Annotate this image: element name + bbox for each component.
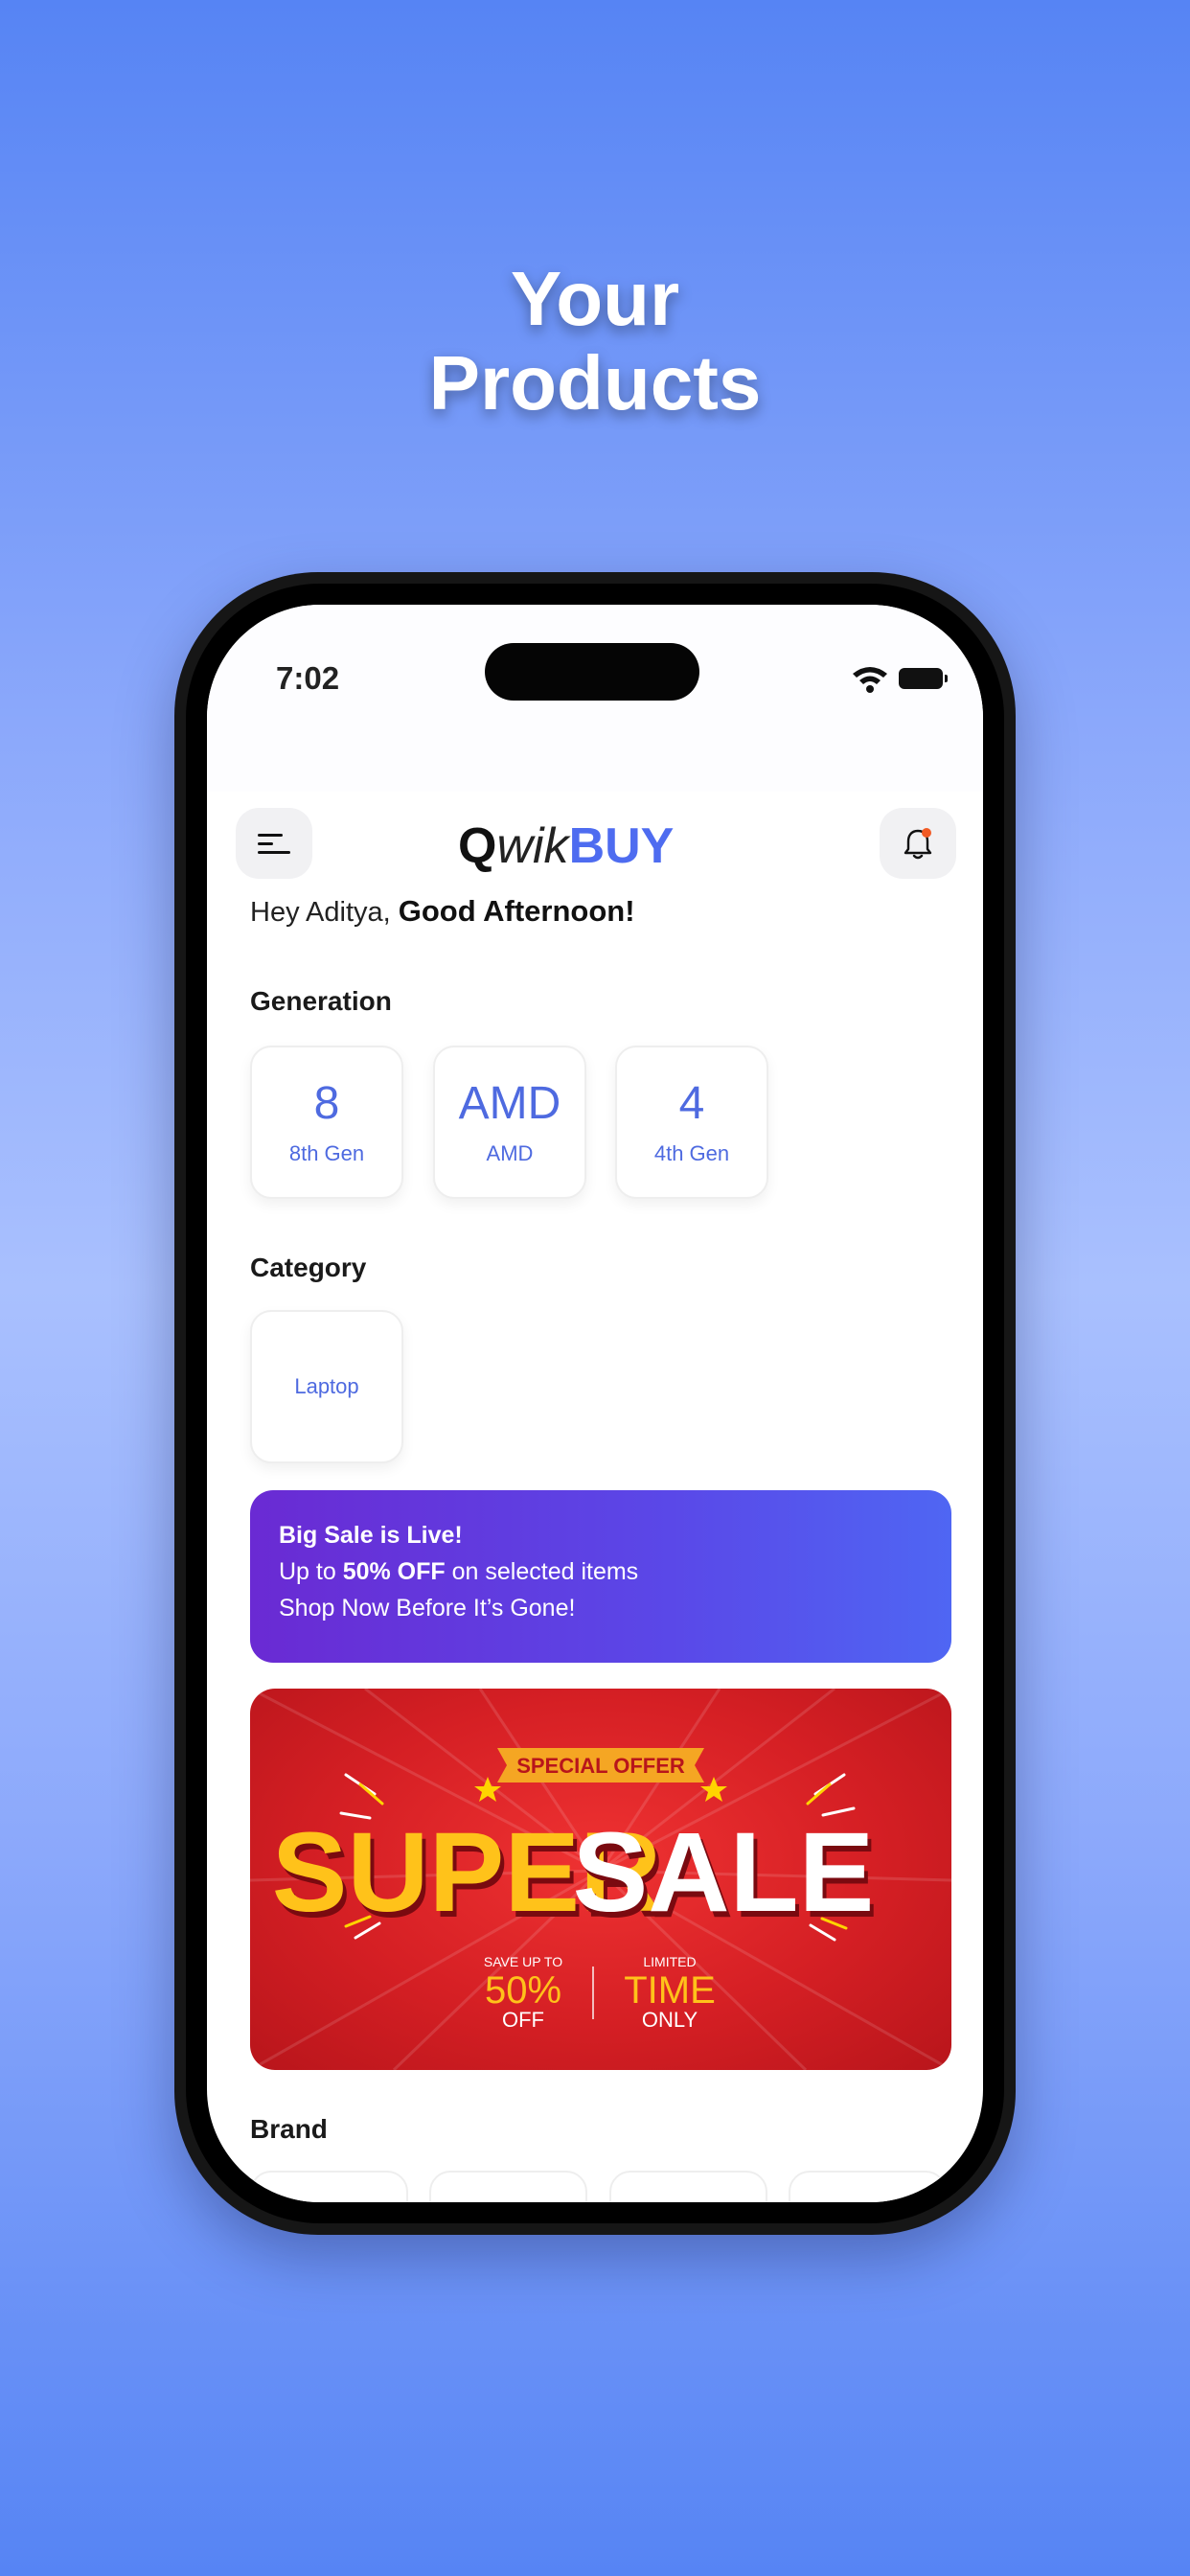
banner-word-sale: SALE <box>573 1809 875 1936</box>
generation-card-amd[interactable]: AMD AMD <box>433 1046 586 1199</box>
brand-title: Brand <box>250 2114 328 2144</box>
battery-icon <box>899 668 948 689</box>
brand-card[interactable] <box>789 2171 947 2202</box>
generation-value: AMD <box>458 1078 561 1129</box>
generation-card-4th-gen[interactable]: 4 4th Gen <box>615 1046 768 1199</box>
notification-dot <box>922 828 931 838</box>
status-bar: 7:02 <box>207 605 983 792</box>
logo-q: Q <box>458 818 497 874</box>
generation-label: AMD <box>486 1141 534 1165</box>
status-time: 7:02 <box>276 660 340 696</box>
banner-percent: 50% <box>485 1969 561 2012</box>
bell-icon <box>904 828 932 860</box>
app-screen: 7:02 Q wik BUY Hey Aditya, Good Afternoo… <box>207 605 983 2202</box>
banner-limited: LIMITED <box>643 1954 696 1969</box>
dynamic-island <box>485 643 699 701</box>
category-card-laptop[interactable]: Laptop <box>250 1310 403 1463</box>
brand-card[interactable] <box>250 2171 408 2202</box>
generation-value: 4 <box>678 1078 705 1129</box>
headline-line-2: Products <box>428 340 762 426</box>
brand-card[interactable] <box>429 2171 587 2202</box>
menu-button[interactable] <box>236 808 312 879</box>
greeting: Hey Aditya, Good Afternoon! <box>250 894 635 929</box>
greeting-time-of-day: Good Afternoon! <box>398 894 635 928</box>
phone-frame: 7:02 Q wik BUY Hey Aditya, Good Afternoo… <box>174 572 1016 2235</box>
generation-label: 4th Gen <box>653 1141 730 1165</box>
banner-ribbon-text: SPECIAL OFFER <box>516 1754 685 1778</box>
banner-save-up-to: SAVE UP TO <box>484 1954 562 1969</box>
generation-value: 8 <box>313 1078 340 1129</box>
promo-discount-suffix: on selected items <box>445 1558 639 1585</box>
banner-only: ONLY <box>642 2008 698 2032</box>
category-title: Category <box>250 1253 367 1282</box>
promo-discount-line: Up to 50% OFF on selected items <box>279 1553 923 1590</box>
brand-card[interactable] <box>609 2171 767 2202</box>
banner-off: OFF <box>502 2008 544 2032</box>
super-sale-artwork: SPECIAL OFFER SUPER SUPER SALE SALE SAVE… <box>250 1689 951 2070</box>
super-sale-banner[interactable]: SPECIAL OFFER SUPER SUPER SALE SALE SAVE… <box>250 1689 951 2070</box>
greeting-name: Hey Aditya, <box>250 897 391 928</box>
notifications-button[interactable] <box>880 808 956 879</box>
logo-wik: wik <box>496 818 569 874</box>
promo-discount-prefix: Up to <box>279 1558 343 1585</box>
app-logo: Q wik BUY <box>458 808 717 885</box>
generation-label: 8th Gen <box>288 1141 365 1165</box>
page-headline: Your Products <box>0 257 1190 426</box>
logo-buy: BUY <box>568 818 675 874</box>
wifi-icon <box>853 667 887 693</box>
generation-title: Generation <box>250 986 392 1016</box>
promo-discount-amount: 50% OFF <box>342 1558 446 1585</box>
headline-line-1: Your <box>510 256 680 341</box>
banner-time: TIME <box>624 1969 716 2012</box>
promo-banner[interactable]: Big Sale is Live! Up to 50% OFF on selec… <box>250 1490 951 1663</box>
generation-card-8th-gen[interactable]: 8 8th Gen <box>250 1046 403 1199</box>
category-label: Laptop <box>294 1374 359 1398</box>
promo-cta-text: Shop Now Before It’s Gone! <box>279 1595 576 1622</box>
promo-headline: Big Sale is Live! <box>279 1522 463 1549</box>
menu-icon <box>258 834 290 854</box>
